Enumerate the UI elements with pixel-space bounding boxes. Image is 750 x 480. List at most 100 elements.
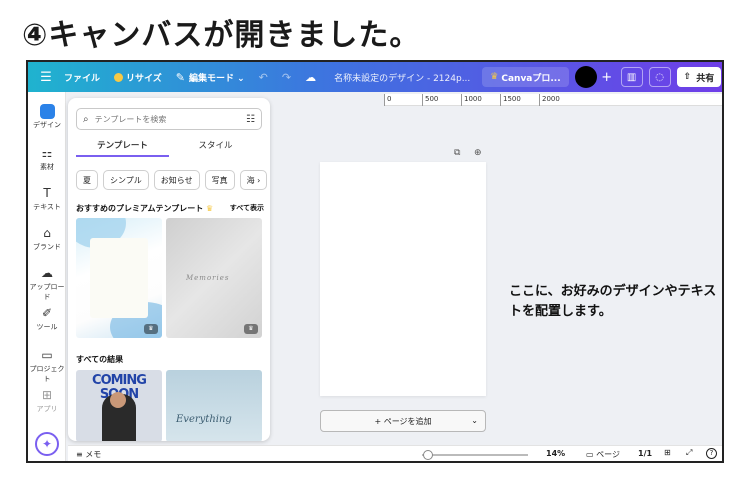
crown-icon [114,72,124,82]
zoom-slider[interactable] [422,450,528,460]
cloud-sync-icon[interactable]: ☁ [305,71,316,84]
hamburger-menu-icon[interactable]: ☰ [28,70,64,85]
notes-label: メモ [85,450,102,459]
chip-photo[interactable]: 写真 [204,170,235,190]
grid-view-icon[interactable]: ⊞ [664,448,671,457]
apps-grid-icon: ⊞ [41,388,53,402]
resize-button[interactable]: リサイズ [114,71,162,84]
thumbnail-photo [110,392,126,408]
chip-sea-label: 海 [246,175,255,185]
premium-title-text: おすすめのプレミアムテンプレート [76,204,204,213]
rail-item-tools[interactable]: ✐ ツール [28,306,66,332]
page-heading: ④キャンバスが開きました。 [22,18,421,53]
template-thumbnail-blue-frame[interactable]: ♛ [76,218,162,338]
canva-window: ☰ ファイル リサイズ ✎ 編集モード ⌄ ↶ ↷ ☁ 名称未設定のデザイン - … [26,60,724,463]
ruler-label: 0 [387,95,392,103]
ruler-label: 1000 [464,95,482,103]
rail-item-projects[interactable]: ▭ プロジェクト [28,348,66,384]
brand-icon: ⌂ [43,226,51,240]
share-icon: ⇧ [683,72,692,82]
filter-icon[interactable]: ☷ [246,114,255,125]
see-all-link[interactable]: すべて表示 [230,203,264,213]
tab-styles[interactable]: スタイル [169,139,262,157]
edit-mode-dropdown[interactable]: ✎ 編集モード ⌄ [176,71,245,84]
notes-icon: ≡ [76,450,83,459]
design-icon [28,104,66,119]
zoom-level[interactable]: 14% [546,449,565,458]
chip-simple[interactable]: シンプル [103,170,149,190]
ruler-tick [500,94,501,106]
magic-sparkle-icon[interactable]: ✦ [35,432,59,456]
draw-icon: ✐ [41,306,53,320]
folder-icon: ▭ [41,348,53,362]
add-page-label: + ページを追加 [374,416,432,426]
premium-crown-icon: ♛ [244,324,258,334]
canva-pro-button[interactable]: ♛ Canvaプロ... [482,67,569,87]
rail-label: テキスト [33,203,61,211]
help-icon[interactable]: ? [706,448,717,459]
ruler-label: 1500 [503,95,521,103]
premium-crown-icon: ♛ [144,324,158,334]
share-label: 共有 [696,73,715,84]
rail-item-elements[interactable]: ⚏ 素材 [28,146,66,172]
chip-announcement[interactable]: お知らせ [153,170,200,190]
rail-item-text[interactable]: T テキスト [28,186,66,212]
pages-button[interactable]: ▭ ページ [586,449,620,460]
top-bar: ☰ ファイル リサイズ ✎ 編集モード ⌄ ↶ ↷ ☁ 名称未設定のデザイン - … [28,62,722,92]
pencil-icon: ✎ [175,70,185,84]
comment-icon[interactable]: ◌ [648,67,671,87]
ruler-tick [384,94,385,106]
thumbnail-decoration [90,238,148,318]
ruler-label: 500 [425,95,439,103]
fullscreen-icon[interactable]: ⤢ [686,448,692,458]
undo-icon[interactable]: ↶ [259,71,268,84]
notes-button[interactable]: ≡ メモ [76,449,101,460]
design-canvas-page[interactable] [320,162,486,396]
rail-label: 素材 [40,163,54,171]
category-chips: 夏 シンプル お知らせ 写真 海 › [76,170,270,190]
rail-item-design[interactable]: デザイン [28,104,66,130]
rail-item-upload[interactable]: ☁ アップロード [28,266,66,302]
premium-section-title: おすすめのプレミアムテンプレート ♛ [76,203,213,214]
add-collaborator-icon[interactable]: + [599,70,615,85]
thumbnail-text: Everything [176,414,232,425]
duplicate-page-icon[interactable]: ⧉ [454,148,460,158]
analytics-icon[interactable]: ▥ [620,67,643,87]
left-rail: デザイン ⚏ 素材 T テキスト ⌂ ブランド ☁ アップロード ✐ ツール ▭ プロジェク… [28,92,66,461]
template-panel: ⌕ テンプレートを検索 ☷ テンプレート スタイル 夏 シンプル お知らせ 写真… [68,98,270,441]
resize-label: リサイズ [126,73,162,84]
rail-label: デザイン [33,121,61,129]
rail-label: ツール [36,323,58,331]
zoom-slider-handle[interactable] [422,450,433,460]
template-search-input[interactable]: ⌕ テンプレートを検索 ☷ [76,108,262,130]
redo-icon[interactable]: ↷ [282,71,291,84]
chip-summer[interactable]: 夏 [76,170,98,190]
bottom-bar: ≡ メモ 14% ▭ ページ 1/1 ⊞ ⤢ ? [68,445,722,461]
text-icon: T [43,186,51,200]
upload-cloud-icon: ☁ [41,266,53,280]
pages-label: ページ [596,450,620,459]
avatar[interactable] [574,66,597,88]
rail-item-brand[interactable]: ⌂ ブランド [28,226,66,252]
rail-item-apps[interactable]: ⊞ アプリ [28,388,66,414]
add-page-button[interactable]: + ページを追加 ⌄ [320,410,486,432]
document-title[interactable]: 名称未設定のデザイン - 2124p... [334,71,470,84]
share-button[interactable]: ⇧ 共有 [676,67,722,87]
template-thumbnail-memories[interactable]: Memories ♛ [166,218,262,338]
add-page-icon[interactable]: ⊕ [474,148,482,158]
template-thumbnail-coming-soon[interactable]: COMING SOON [76,370,162,441]
annotation-caption: ここに、お好みのデザインやテキストを配置します。 [509,284,717,319]
chevron-down-icon[interactable]: ⌄ [471,416,478,425]
ruler-tick [422,94,423,106]
canva-pro-label: Canvaプロ... [501,73,561,84]
chip-sea[interactable]: 海 › [239,170,268,190]
shapes-icon: ⚏ [41,146,53,160]
pages-icon: ▭ [586,450,594,459]
template-thumbnail-everything[interactable]: Everything [166,370,262,441]
panel-tabs: テンプレート スタイル [76,139,262,157]
file-menu[interactable]: ファイル [64,71,100,84]
rail-label: アップロード [29,283,65,301]
search-icon: ⌕ [83,113,89,125]
page-count: 1/1 [638,449,653,458]
tab-templates[interactable]: テンプレート [76,139,169,157]
